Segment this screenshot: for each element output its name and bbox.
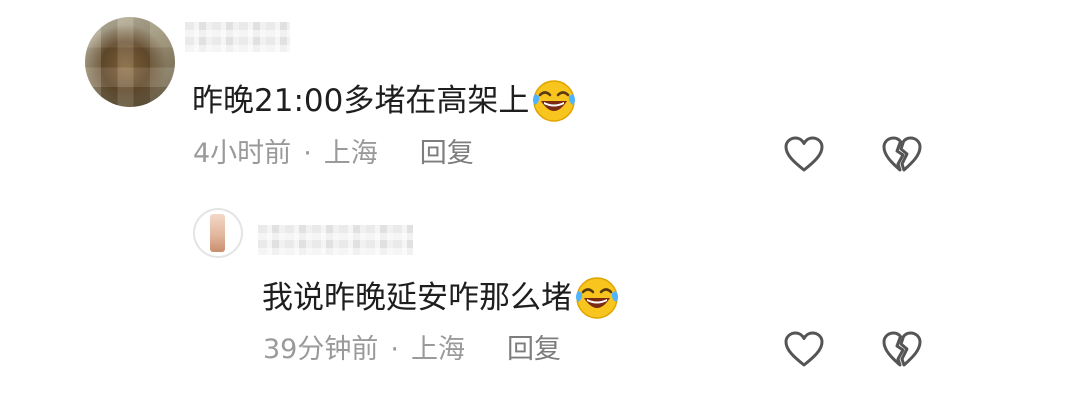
broken-heart-icon[interactable]: [880, 329, 924, 369]
reply-meta: 39分钟前 · 上海 回复: [263, 336, 561, 363]
comment-text: 昨晚21:00多堵在高架上: [192, 82, 530, 119]
reply-to-reply-button[interactable]: 回复: [507, 336, 561, 363]
reply-text-row: 我说昨晚延安咋那么堵: [262, 275, 620, 321]
comment-meta: 4小时前 · 上海 回复: [193, 140, 474, 167]
meta-separator: ·: [390, 334, 399, 365]
reply-location: 上海: [410, 334, 465, 365]
avatar[interactable]: [85, 17, 175, 107]
reply-button[interactable]: 回复: [420, 140, 474, 167]
username-blurred[interactable]: [185, 22, 290, 52]
reply-avatar[interactable]: [193, 208, 243, 258]
comment-text-row: 昨晚21:00多堵在高架上: [192, 78, 577, 124]
laughing-crying-face-icon: [574, 275, 620, 321]
location: 上海: [323, 138, 378, 169]
reply-text: 我说昨晚延安咋那么堵: [262, 279, 572, 316]
laughing-crying-face-icon: [531, 78, 577, 124]
heart-outline-icon[interactable]: [782, 134, 826, 174]
meta-separator: ·: [303, 138, 312, 169]
timestamp: 4小时前: [193, 138, 292, 169]
heart-outline-icon[interactable]: [782, 329, 826, 369]
reply-timestamp: 39分钟前: [263, 334, 379, 365]
reply-username-blurred[interactable]: [258, 225, 413, 255]
broken-heart-icon[interactable]: [880, 134, 924, 174]
